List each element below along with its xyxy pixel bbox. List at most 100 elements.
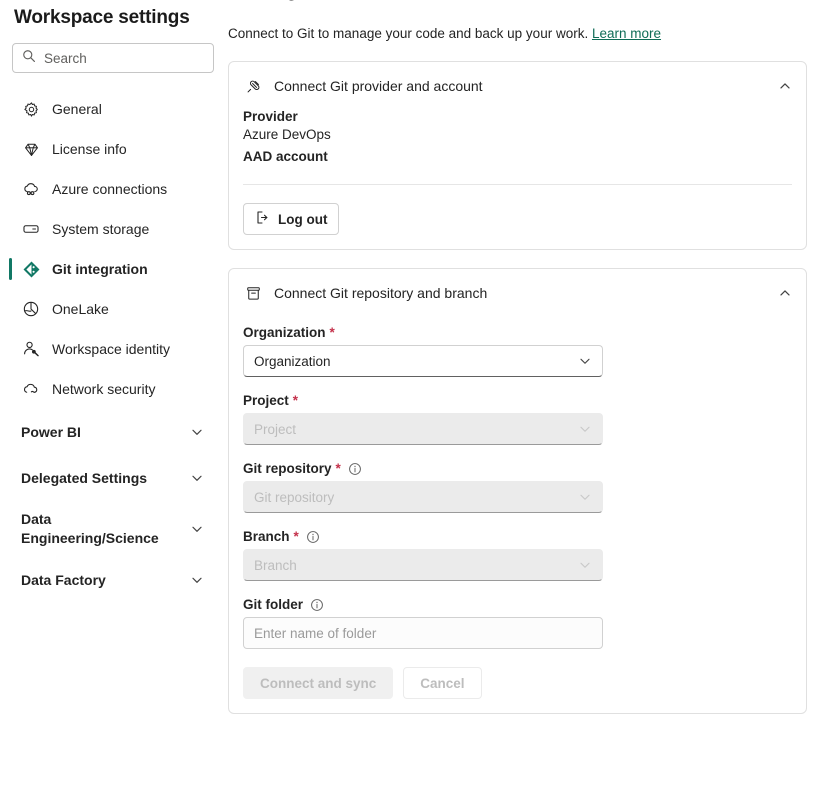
info-icon[interactable] [348, 462, 362, 476]
diamond-icon [21, 139, 41, 159]
sidebar-item-label: Git integration [52, 261, 148, 277]
search-box[interactable] [12, 43, 214, 73]
learn-more-link[interactable]: Learn more [592, 26, 661, 41]
sidebar-item-network-security[interactable]: Network security [0, 369, 226, 409]
chevron-up-icon[interactable] [778, 79, 792, 93]
git-repository-label-text: Git repository [243, 461, 332, 476]
provider-card-title: Connect Git provider and account [274, 78, 483, 94]
branch-label: Branch * [243, 529, 792, 544]
cloud-link-icon [21, 179, 41, 199]
chevron-down-icon [578, 354, 592, 368]
sign-out-icon [255, 210, 270, 228]
connect-and-sync-label: Connect and sync [260, 675, 377, 691]
chevron-down-icon [578, 490, 592, 504]
project-select: Project [243, 413, 603, 445]
sidebar-item-license-info[interactable]: License info [0, 129, 226, 169]
aad-account-label: AAD account [243, 149, 328, 164]
gear-icon [21, 99, 41, 119]
organization-select-value: Organization [254, 353, 331, 369]
onelake-icon [21, 299, 41, 319]
provider-card-divider [243, 184, 792, 185]
sidebar-item-general[interactable]: General [0, 89, 226, 129]
chevron-down-icon [578, 558, 592, 572]
search-icon [22, 49, 36, 68]
repo-card-title: Connect Git repository and branch [274, 285, 488, 301]
sidebar-item-label: System storage [52, 221, 150, 237]
section-title-clipped: Git integration [228, 0, 825, 22]
chevron-down-icon [190, 425, 204, 439]
sidebar-item-azure-connections[interactable]: Azure connections [0, 169, 226, 209]
cancel-button-label: Cancel [420, 675, 465, 691]
sidebar-group-label: Delegated Settings [21, 469, 148, 486]
git-folder-input[interactable]: Enter name of folder [243, 617, 603, 649]
storage-icon [21, 219, 41, 239]
sidebar-group-power-bi[interactable]: Power BI [0, 409, 226, 455]
info-icon[interactable] [306, 530, 320, 544]
connect-git-repository-card: Connect Git repository and branch Organi… [228, 268, 807, 714]
cancel-button: Cancel [403, 667, 482, 699]
required-marker: * [292, 393, 299, 408]
organization-select[interactable]: Organization [243, 345, 603, 377]
project-label-text: Project [243, 393, 289, 408]
chevron-down-icon [190, 471, 204, 485]
sidebar-group-label: Data Engineering/Science [21, 511, 159, 546]
required-marker: * [335, 461, 341, 476]
git-repository-select: Git repository [243, 481, 603, 513]
sidebar-item-workspace-identity[interactable]: Workspace identity [0, 329, 226, 369]
connect-git-provider-card: Connect Git provider and account Provide… [228, 61, 807, 250]
provider-card-body: Provider Azure DevOps AAD account [229, 109, 806, 164]
workspace-settings-page: Workspace settings General [0, 0, 825, 810]
chevron-down-icon [190, 522, 204, 536]
project-select-value: Project [254, 421, 297, 437]
repo-box-icon [243, 283, 263, 303]
repo-card-header[interactable]: Connect Git repository and branch [229, 269, 806, 309]
organization-label: Organization * [243, 325, 792, 340]
branch-select-value: Branch [254, 557, 297, 573]
sidebar-item-label: Azure connections [52, 181, 168, 197]
git-diamond-icon [21, 259, 41, 279]
sidebar: Workspace settings General [0, 0, 226, 810]
required-marker: * [329, 325, 335, 340]
branch-select: Branch [243, 549, 603, 581]
person-key-icon [21, 339, 41, 359]
info-icon[interactable] [310, 598, 324, 612]
git-folder-label: Git folder [243, 597, 792, 612]
repo-card-actions: Connect and sync Cancel [229, 667, 806, 699]
sidebar-group-data-factory[interactable]: Data Factory [0, 557, 226, 603]
connect-and-sync-button: Connect and sync [243, 667, 394, 699]
sidebar-item-label: Workspace identity [52, 341, 171, 357]
chevron-down-icon [578, 422, 592, 436]
chevron-down-icon [190, 573, 204, 587]
provider-card-header[interactable]: Connect Git provider and account [229, 62, 806, 102]
provider-card-actions: Log out [229, 203, 806, 235]
sidebar-group-delegated-settings[interactable]: Delegated Settings [0, 455, 226, 501]
provider-value: Azure DevOps [243, 127, 331, 142]
intro-text: Connect to Git to manage your code and b… [228, 24, 825, 43]
organization-label-text: Organization [243, 325, 326, 340]
project-label: Project * [243, 393, 792, 408]
sidebar-group-label: Power BI [21, 423, 81, 440]
provider-label: Provider [243, 109, 298, 124]
page-title: Workspace settings [14, 7, 190, 28]
search-input[interactable] [44, 50, 204, 66]
plug-icon [243, 76, 263, 96]
log-out-button[interactable]: Log out [243, 203, 340, 235]
active-indicator [9, 258, 12, 280]
section-title: Git integration [228, 0, 825, 2]
sidebar-item-label: General [52, 101, 102, 117]
branch-label-text: Branch [243, 529, 290, 544]
chevron-up-icon[interactable] [778, 286, 792, 300]
repo-card-body: Organization * Organization Project * Pr… [229, 325, 806, 649]
sidebar-item-onelake[interactable]: OneLake [0, 289, 226, 329]
required-marker: * [293, 529, 299, 544]
sidebar-item-label: License info [52, 141, 127, 157]
sidebar-group-data-engineering-science[interactable]: Data Engineering/Science [0, 501, 226, 557]
sidebar-item-git-integration[interactable]: Git integration [0, 249, 226, 289]
sidebar-item-label: OneLake [52, 301, 109, 317]
git-folder-placeholder: Enter name of folder [254, 625, 377, 641]
sidebar-item-label: Network security [52, 381, 156, 397]
git-repository-label: Git repository * [243, 461, 792, 476]
sidebar-group-label: Data Factory [21, 571, 106, 588]
sidebar-item-system-storage[interactable]: System storage [0, 209, 226, 249]
git-repository-select-value: Git repository [254, 489, 335, 505]
